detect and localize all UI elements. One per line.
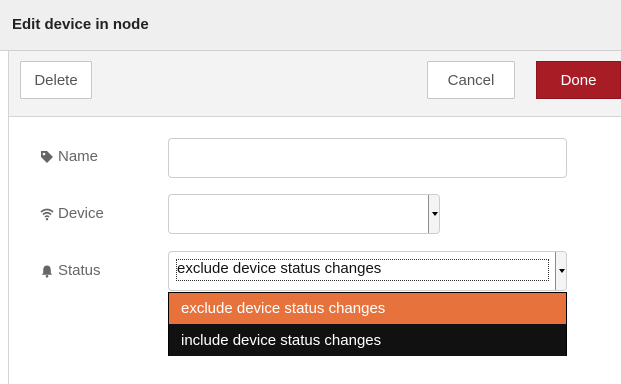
status-select[interactable]: exclude device status changes [168, 251, 567, 291]
status-select-value: exclude device status changes [177, 260, 382, 277]
name-label: Name [40, 148, 98, 165]
cancel-button[interactable]: Cancel [427, 61, 515, 99]
delete-button[interactable]: Delete [20, 61, 92, 99]
dialog-header: Edit device in node [0, 0, 621, 51]
status-label-text: Status [58, 262, 101, 279]
name-input[interactable] [168, 138, 567, 178]
chevron-down-icon[interactable] [555, 252, 566, 290]
tag-icon [40, 150, 54, 164]
done-button[interactable]: Done [536, 61, 621, 99]
dialog-toolbar: Delete Cancel Done [9, 51, 621, 117]
dialog-title: Edit device in node [12, 16, 149, 33]
wifi-icon [40, 207, 54, 221]
device-select[interactable] [168, 194, 440, 234]
device-label: Device [40, 205, 104, 222]
status-dropdown-list: exclude device status changes include de… [168, 292, 567, 356]
status-option-exclude[interactable]: exclude device status changes [169, 293, 566, 324]
chevron-down-icon[interactable] [428, 195, 439, 233]
device-label-text: Device [58, 205, 104, 222]
name-label-text: Name [58, 148, 99, 165]
status-option-include[interactable]: include device status changes [169, 325, 566, 356]
status-label: Status [40, 262, 101, 279]
bell-icon [40, 264, 54, 278]
